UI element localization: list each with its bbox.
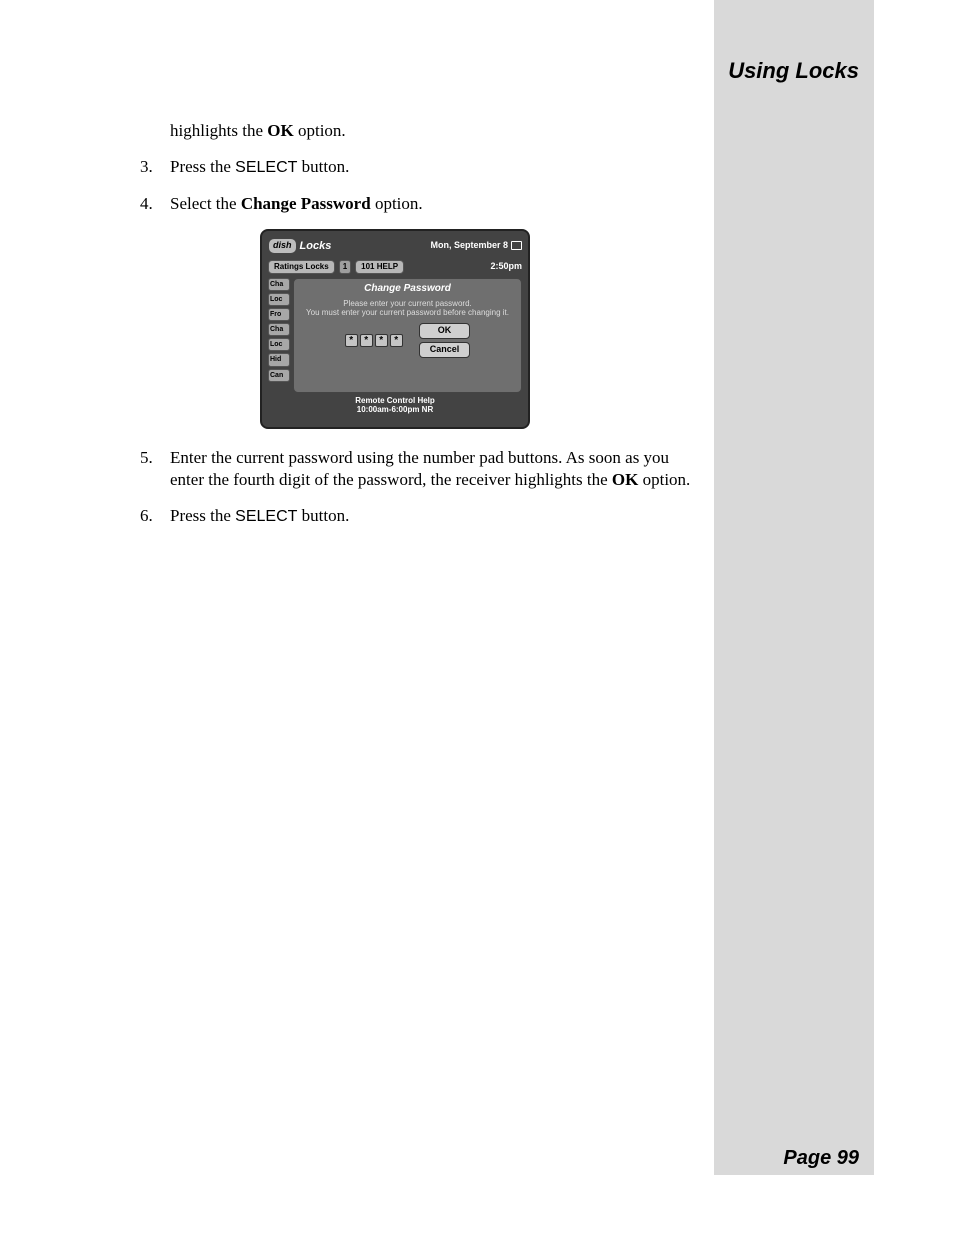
text-run: button. (297, 157, 349, 176)
dialog-buttons: OK Cancel (419, 323, 471, 357)
page-content: highlights the OK option. 3. Press the S… (140, 120, 700, 542)
text-select-button: SELECT (235, 159, 297, 176)
tv-side-tabs: Cha Loc Fro Cha Loc Hid Can (268, 278, 290, 393)
text-run: Press the (170, 157, 235, 176)
tv-date: Mon, September 8 (430, 240, 522, 252)
tv-date-text: Mon, September 8 (430, 240, 508, 252)
text-run: highlights the (170, 121, 267, 140)
text-bold-change-password: Change Password (241, 194, 371, 213)
step-number-blank (140, 120, 170, 142)
page-sidebar-shade (714, 0, 874, 1175)
step-text: Select the Change Password option. (170, 193, 700, 215)
step-fragment: highlights the OK option. (140, 120, 700, 142)
tv-icon (511, 241, 522, 250)
step-number: 5. (140, 447, 170, 491)
tv-logo-area: dish Locks (268, 238, 331, 254)
password-digit[interactable]: * (390, 334, 403, 347)
text-run: button. (297, 506, 349, 525)
tv-topbar: dish Locks Mon, September 8 (268, 237, 522, 255)
tv-tab-ratings-locks[interactable]: Ratings Locks (268, 260, 335, 274)
step-number: 3. (140, 156, 170, 179)
step-text: highlights the OK option. (170, 120, 700, 142)
text-run: Enter the current password using the num… (170, 448, 669, 489)
dialog-input-row: * * * * OK Cancel (297, 323, 518, 357)
step-4: 4. Select the Change Password option. (140, 193, 700, 215)
step-text: Press the SELECT button. (170, 156, 700, 179)
password-boxes: * * * * (345, 334, 403, 347)
password-digit[interactable]: * (375, 334, 388, 347)
tv-screen: dish Locks Mon, September 8 Ratings Lock… (260, 229, 530, 429)
text-run: Press the (170, 506, 235, 525)
tv-channel-name: 101 HELP (355, 260, 404, 274)
step-text: Enter the current password using the num… (170, 447, 700, 491)
page-number: Page 99 (783, 1147, 859, 1170)
dialog-message-line: Please enter your current password. (297, 299, 518, 308)
cancel-button[interactable]: Cancel (419, 342, 471, 358)
tv-time: 2:50pm (490, 261, 522, 273)
text-run: option. (294, 121, 346, 140)
tv-subbar: Ratings Locks 1 101 HELP 2:50pm (268, 259, 522, 275)
step-number: 4. (140, 193, 170, 215)
tv-side-tab[interactable]: Fro (268, 308, 290, 321)
ok-button[interactable]: OK (419, 323, 471, 339)
step-3: 3. Press the SELECT button. (140, 156, 700, 179)
tv-screenshot: dish Locks Mon, September 8 Ratings Lock… (260, 229, 530, 429)
step-number: 6. (140, 505, 170, 528)
tv-side-tab[interactable]: Loc (268, 338, 290, 351)
tv-footer-help: Remote Control Help 10:00am-6:00pm NR (268, 397, 522, 415)
text-run: option. (638, 470, 690, 489)
step-text: Press the SELECT button. (170, 505, 700, 528)
help-line: 10:00am-6:00pm NR (268, 406, 522, 415)
text-bold-ok: OK (612, 470, 638, 489)
step-6: 6. Press the SELECT button. (140, 505, 700, 528)
dish-logo: dish (268, 238, 297, 254)
tv-side-tab[interactable]: Loc (268, 293, 290, 306)
password-digit[interactable]: * (345, 334, 358, 347)
tv-side-tab[interactable]: Cha (268, 323, 290, 336)
tv-main-area: Cha Loc Fro Cha Loc Hid Can Change Passw… (268, 278, 522, 393)
tv-side-tab[interactable]: Can (268, 369, 290, 382)
password-digit[interactable]: * (360, 334, 373, 347)
change-password-dialog: Change Password Please enter your curren… (293, 278, 522, 393)
page-header-title: Using Locks (728, 58, 859, 84)
dialog-message-line: You must enter your current password bef… (297, 308, 518, 317)
tv-channel-num: 1 (339, 260, 351, 274)
text-select-button: SELECT (235, 508, 297, 525)
step-5: 5. Enter the current password using the … (140, 447, 700, 491)
tv-side-tab[interactable]: Hid (268, 353, 290, 366)
tv-title: Locks (300, 239, 332, 253)
tv-side-tab[interactable]: Cha (268, 278, 290, 291)
text-run: Select the (170, 194, 241, 213)
dialog-title: Change Password (297, 282, 518, 295)
text-bold-ok: OK (267, 121, 293, 140)
text-run: option. (371, 194, 423, 213)
dialog-message: Please enter your current password. You … (297, 299, 518, 317)
